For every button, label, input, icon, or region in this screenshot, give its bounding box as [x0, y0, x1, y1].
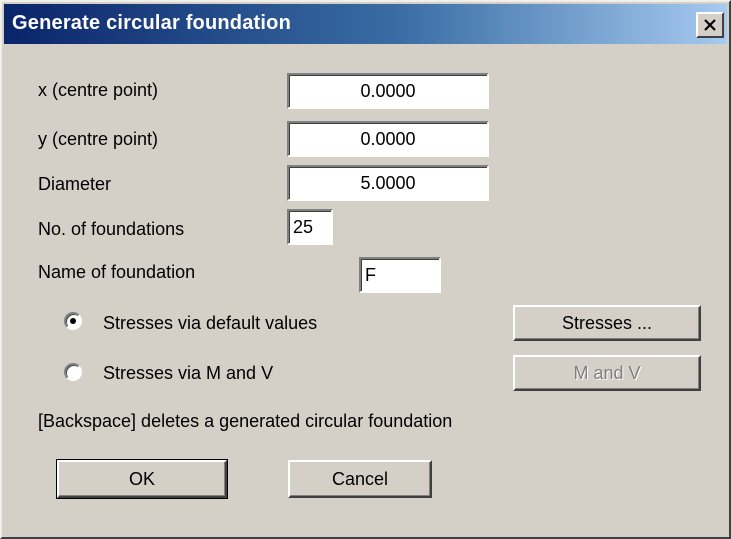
- radio-selected-dot: [70, 318, 76, 324]
- ok-button[interactable]: OK: [56, 459, 228, 499]
- y-centre-input[interactable]: 0.0000: [287, 121, 489, 157]
- diameter-input[interactable]: 5.0000: [287, 165, 489, 201]
- foundation-name-input[interactable]: F: [359, 257, 441, 293]
- foundation-count-label: No. of foundations: [38, 219, 185, 239]
- cancel-button[interactable]: Cancel: [288, 460, 432, 498]
- generate-circular-foundation-dialog: Generate circular foundation x (centre p…: [0, 0, 731, 539]
- foundation-count-input[interactable]: 25: [287, 209, 333, 245]
- diameter-label: Diameter: [38, 174, 112, 194]
- y-centre-label: y (centre point): [38, 129, 159, 149]
- radio-stresses-m-and-v[interactable]: [64, 363, 82, 381]
- x-centre-label: x (centre point): [38, 80, 159, 100]
- stresses-m-and-v-label[interactable]: Stresses via M and V: [103, 363, 273, 384]
- x-centre-input[interactable]: 0.0000: [287, 73, 489, 109]
- title-bar[interactable]: Generate circular foundation: [4, 4, 727, 44]
- foundation-name-label: Name of foundation: [38, 262, 196, 282]
- m-and-v-button: M and V: [513, 355, 701, 391]
- stresses-default-values-label[interactable]: Stresses via default values: [103, 313, 317, 334]
- radio-stresses-default-values[interactable]: [64, 312, 82, 330]
- stresses-button[interactable]: Stresses ...: [513, 305, 701, 341]
- close-button[interactable]: [696, 12, 724, 38]
- dialog-title: Generate circular foundation: [12, 12, 291, 34]
- backspace-hint: [Backspace] deletes a generated circular…: [38, 411, 453, 431]
- close-icon: [704, 19, 716, 31]
